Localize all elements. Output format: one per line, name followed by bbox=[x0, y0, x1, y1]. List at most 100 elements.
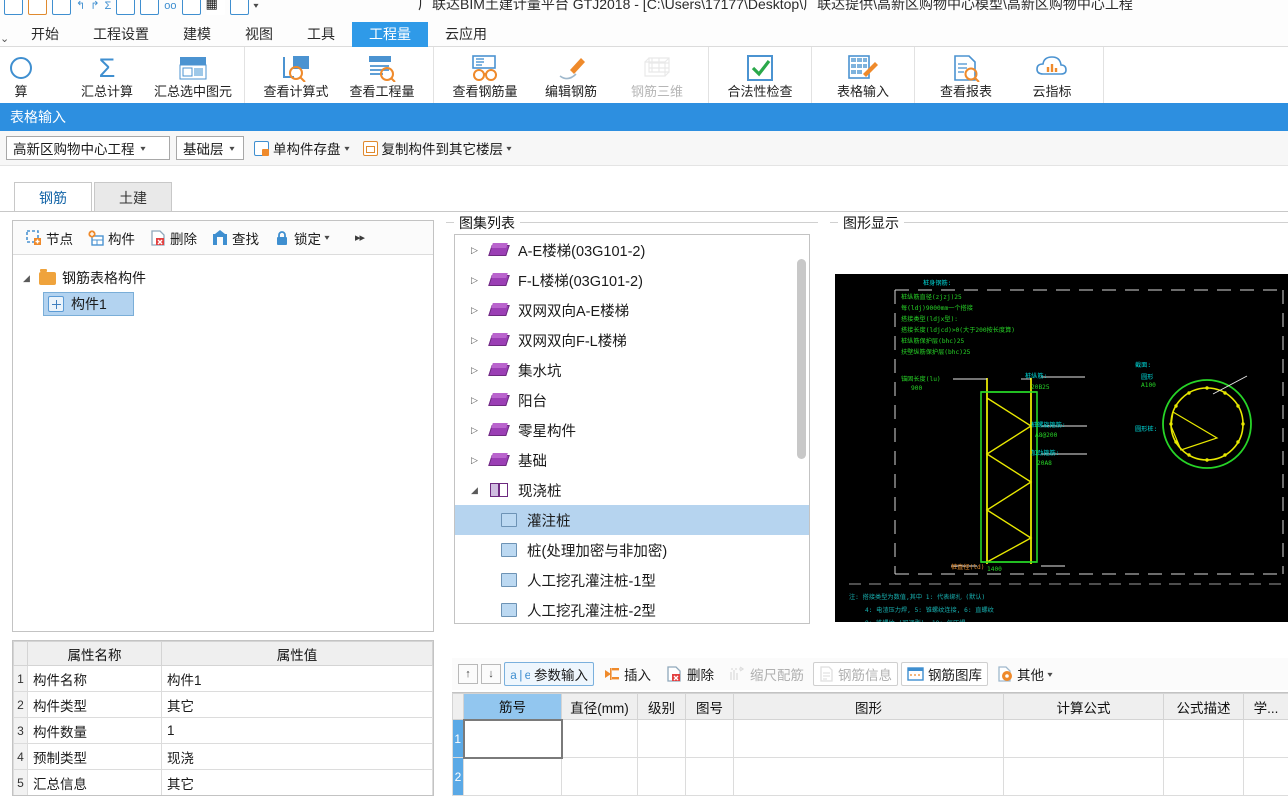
rebar-cell[interactable] bbox=[733, 719, 1004, 758]
rebar-cell[interactable] bbox=[1003, 757, 1164, 796]
rebar-cell[interactable] bbox=[685, 757, 734, 796]
ribbon-button-cloud-chart[interactable]: 云指标 bbox=[1009, 47, 1095, 103]
atlas-list-item[interactable]: ▷ A-E楼梯(03G101-2) bbox=[455, 235, 809, 265]
open-icon[interactable] bbox=[28, 0, 47, 15]
tree-child-node[interactable]: 构件1 bbox=[23, 291, 433, 317]
ribbon-button-view-quantity[interactable]: 查看工程量 bbox=[339, 47, 425, 103]
rebar-cell[interactable] bbox=[1243, 719, 1288, 758]
ribbon-button-edit-rebar[interactable]: 编辑钢筋 bbox=[528, 47, 614, 103]
tree-toolbar-component-add[interactable]: 构件 bbox=[81, 224, 142, 252]
save-icon[interactable] bbox=[52, 0, 71, 15]
chevron-down-icon[interactable]: ▾ bbox=[506, 144, 511, 153]
atlas-list-item[interactable]: ◢ 现浇桩 bbox=[455, 475, 809, 505]
atlas-list[interactable]: ▷ A-E楼梯(03G101-2) ▷ F-L楼梯(03G101-2) ▷ 双网双向A-E… bbox=[454, 234, 810, 624]
rebar-cell[interactable] bbox=[463, 757, 562, 796]
new-icon[interactable] bbox=[4, 0, 23, 15]
atlas-list-item[interactable]: 人工挖孔灌注桩-1型 bbox=[455, 565, 809, 595]
rebar-cell[interactable] bbox=[733, 757, 1004, 796]
ribbon-button-check[interactable]: 合法性检查 bbox=[717, 47, 803, 103]
quick-access-toolbar[interactable]: ↰ ↱ Σ oo ▦ ▾ bbox=[0, 0, 258, 15]
inner-tab-0[interactable]: 钢筋 bbox=[14, 182, 92, 212]
floor-combo[interactable]: 基础层 ▾ bbox=[176, 136, 244, 160]
redo-icon[interactable]: ↱ bbox=[90, 0, 99, 12]
chevron-down-icon[interactable]: ▾ bbox=[1047, 670, 1052, 679]
rebar-cell[interactable] bbox=[1163, 757, 1244, 796]
property-value[interactable]: 1 bbox=[161, 717, 433, 744]
rebar-toolbar-delete[interactable]: 删除 bbox=[660, 662, 720, 686]
rebar-cell[interactable] bbox=[637, 719, 686, 758]
project-combo[interactable]: 高新区购物中心工程 ▾ bbox=[6, 136, 170, 160]
properties-row[interactable]: 4 预制类型 现浇 bbox=[13, 743, 433, 770]
chevron-down-icon[interactable]: ◢ bbox=[23, 273, 33, 284]
rebar-column-header[interactable]: 公式描述 bbox=[1163, 693, 1244, 720]
atlas-list-item[interactable]: ▷ 基础 bbox=[455, 445, 809, 475]
rebar-column-header[interactable]: 直径(mm) bbox=[561, 693, 638, 720]
chevron-right-icon[interactable]: ▷ bbox=[471, 275, 481, 286]
ribbon-button-table-calc[interactable]: 汇总选中图元 bbox=[150, 47, 236, 103]
rebar-column-header[interactable]: 图形 bbox=[733, 693, 1004, 720]
chevron-right-icon[interactable]: ▷ bbox=[471, 455, 481, 466]
ribbon-button-view-rebar[interactable]: 查看钢筋量 bbox=[442, 47, 528, 103]
ribbon-button-circle[interactable]: 算 bbox=[0, 47, 64, 103]
cad-viewport[interactable]: 桩身钢筋: 桩纵筋直径(zjzj)25 每(ldj)9000mm一个搭接 搭接类型(l… bbox=[835, 274, 1288, 622]
rebar-table-row[interactable]: 1 bbox=[452, 718, 1288, 759]
tree-toolbar-find[interactable]: 查找 bbox=[205, 224, 266, 252]
ribbon-tab-4[interactable]: 工具 bbox=[290, 22, 352, 47]
ribbon-tab-5[interactable]: 工程量 bbox=[352, 22, 428, 47]
tree-toolbar-lock[interactable]: 锁定 ▾ bbox=[267, 224, 336, 252]
rebar-toolbar-other-gear[interactable]: 其他 ▾ bbox=[991, 662, 1058, 686]
component-tree[interactable]: ◢ 钢筋表格构件 构件1 bbox=[13, 255, 433, 317]
rebar-column-header[interactable]: 筋号 bbox=[463, 693, 562, 720]
properties-row[interactable]: 3 构件数量 1 bbox=[13, 717, 433, 744]
move-up-icon[interactable]: ↑ bbox=[458, 664, 478, 684]
rebar-column-header[interactable]: 计算公式 bbox=[1003, 693, 1164, 720]
ribbon-tab-6[interactable]: 云应用 bbox=[428, 22, 504, 47]
ribbon-tab-3[interactable]: 视图 bbox=[228, 22, 290, 47]
properties-row[interactable]: 5 汇总信息 其它 bbox=[13, 769, 433, 795]
chevron-down-icon[interactable]: ▾ bbox=[324, 233, 329, 242]
inner-tab-1[interactable]: 土建 bbox=[94, 182, 172, 212]
chevron-right-icon[interactable]: ▷ bbox=[471, 335, 481, 346]
chevron-right-icon[interactable]: ▷ bbox=[471, 395, 481, 406]
rebar-grid-panel[interactable]: 筋号 直径(mm) 级别 图号 图形 计算公式 公式描述 学... 12 bbox=[452, 692, 1288, 796]
property-value[interactable]: 其它 bbox=[161, 769, 433, 795]
rebar-column-header[interactable]: 学... bbox=[1243, 693, 1288, 720]
atlas-list-item[interactable]: 桩(处理加密与非加密) bbox=[455, 535, 809, 565]
atlas-list-item[interactable]: ▷ 双网双向F-L楼梯 bbox=[455, 325, 809, 355]
dropdown-caret-icon[interactable]: ▾ bbox=[253, 1, 258, 10]
horizontal-splitter[interactable] bbox=[446, 638, 1288, 642]
property-value[interactable]: 现浇 bbox=[161, 743, 433, 770]
ribbon-tab-1[interactable]: 工程设置 bbox=[76, 22, 166, 47]
chevron-right-icon[interactable]: ▷ bbox=[471, 305, 481, 316]
chevron-right-icon[interactable]: ▷ bbox=[471, 365, 481, 376]
atlas-list-item[interactable]: 人工挖孔灌注桩-2型 bbox=[455, 595, 809, 623]
ribbon-button-sigma[interactable]: Σ 汇总计算 bbox=[64, 47, 150, 103]
rebar-table-row[interactable]: 2 bbox=[452, 757, 1288, 796]
properties-row[interactable]: 2 构件类型 其它 bbox=[13, 691, 433, 718]
ribbon-tab-0[interactable]: 开始 bbox=[14, 22, 76, 47]
atlas-list-item[interactable]: ▷ 集水坑 bbox=[455, 355, 809, 385]
grid-icon[interactable]: ▦ bbox=[205, 0, 225, 15]
atlas-list-item[interactable]: ▷ F-L楼梯(03G101-2) bbox=[455, 265, 809, 295]
ribbon-button-view-formula[interactable]: 查看计算式 bbox=[253, 47, 339, 103]
atlas-list-item[interactable]: 灌注桩 bbox=[455, 505, 809, 535]
rebar-toolbar-param-input[interactable]: a|e 参数输入 bbox=[504, 662, 594, 686]
rebar-column-header[interactable]: 级别 bbox=[637, 693, 686, 720]
chevron-down-icon[interactable]: ◢ bbox=[471, 485, 481, 496]
rebar-cell[interactable] bbox=[685, 719, 734, 758]
tree-child-selected[interactable]: 构件1 bbox=[43, 292, 134, 316]
tree-toolbar-delete[interactable]: 删除 bbox=[143, 224, 204, 252]
property-value[interactable]: 构件1 bbox=[161, 665, 433, 692]
move-down-icon[interactable]: ↓ bbox=[481, 664, 501, 684]
layer-icon[interactable] bbox=[181, 0, 201, 15]
chevron-right-icon[interactable]: ▷ bbox=[471, 425, 481, 436]
undo-icon[interactable]: ↰ bbox=[76, 0, 85, 12]
rebar-toolbar-insert[interactable]: 插入 bbox=[597, 662, 657, 686]
glasses-icon[interactable]: oo bbox=[164, 0, 176, 12]
rebar-cell[interactable] bbox=[1003, 719, 1164, 758]
rebar-column-header[interactable]: 图号 bbox=[685, 693, 734, 720]
ribbon-button-table-input[interactable]: 表格输入 bbox=[820, 47, 906, 103]
chevron-down-icon[interactable]: ▾ bbox=[344, 144, 349, 153]
rebar-cell[interactable] bbox=[1243, 757, 1288, 796]
vertical-splitter[interactable] bbox=[440, 220, 444, 796]
